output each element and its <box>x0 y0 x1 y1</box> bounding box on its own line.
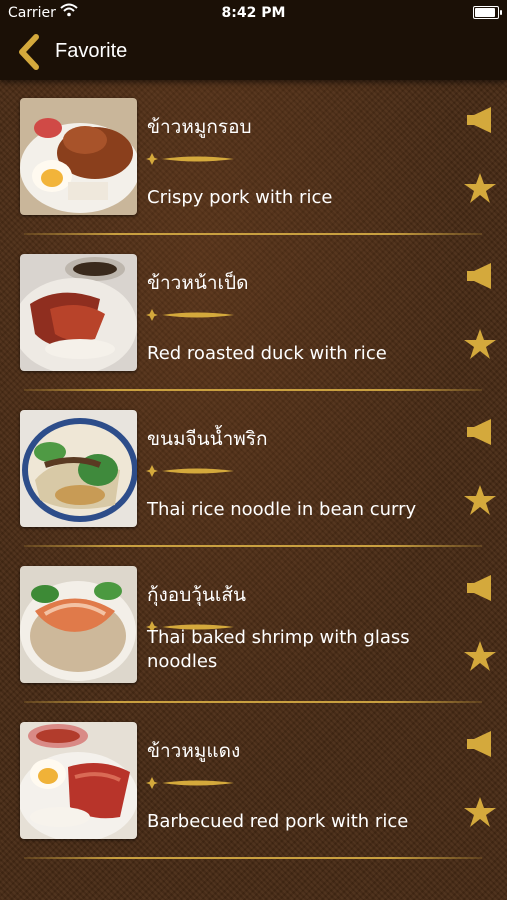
speaker-icon[interactable] <box>465 106 495 134</box>
favorite-star-icon[interactable] <box>463 328 497 360</box>
english-name: Red roasted duck with rice <box>147 343 387 364</box>
food-thumbnail <box>20 254 137 371</box>
page-title: Favorite <box>55 40 128 62</box>
favorite-star-icon[interactable] <box>463 484 497 516</box>
food-thumbnail <box>20 98 137 215</box>
list-item[interactable]: ข้าวหน้าเป็ด Red roasted duck with rice <box>0 236 507 392</box>
english-name: Thai baked shrimp with glass noodles <box>147 627 410 672</box>
gold-ornament-icon <box>146 777 234 789</box>
list-item[interactable]: กุ้งอบวุ้นเส้น Thai baked shrimp with gl… <box>0 548 507 704</box>
food-thumbnail <box>20 722 137 839</box>
gold-ornament-icon <box>146 465 234 477</box>
list-item[interactable]: ข้าวหมูกรอบ Crispy pork with rice <box>0 80 507 236</box>
speaker-icon[interactable] <box>465 262 495 290</box>
nav-bar: Favorite <box>0 26 507 80</box>
list-item[interactable]: ขนมจีนน้ำพริก Thai rice noodle in bean c… <box>0 392 507 548</box>
gold-ornament-icon <box>146 309 234 321</box>
english-name: Barbecued red pork with rice <box>147 811 409 832</box>
speaker-icon[interactable] <box>465 574 495 602</box>
battery-icon <box>473 6 502 19</box>
back-button[interactable] <box>16 34 44 70</box>
thai-name: ข้าวหมูกรอบ <box>147 116 252 138</box>
list-item[interactable]: ข้าวหมูแดง Barbecued red pork with rice <box>0 704 507 860</box>
divider <box>24 233 482 235</box>
favorite-star-icon[interactable] <box>463 640 497 672</box>
english-name: Thai rice noodle in bean curry <box>147 499 417 520</box>
top-bar: Carrier 8:42 PM Favorite <box>0 0 507 80</box>
status-time: 8:42 PM <box>221 5 286 21</box>
thai-name: กุ้งอบวุ้นเส้น <box>147 584 246 606</box>
thai-name: ขนมจีนน้ำพริก <box>147 428 268 450</box>
thai-name: ข้าวหน้าเป็ด <box>147 272 249 294</box>
favorite-star-icon[interactable] <box>463 796 497 828</box>
divider <box>24 389 482 391</box>
divider <box>24 701 482 703</box>
gold-ornament-icon <box>146 153 234 165</box>
divider <box>24 545 482 547</box>
english-name: Crispy pork with rice <box>147 187 333 208</box>
food-thumbnail <box>20 566 137 683</box>
favorite-star-icon[interactable] <box>463 172 497 204</box>
speaker-icon[interactable] <box>465 730 495 758</box>
divider <box>24 857 482 859</box>
status-bar: Carrier 8:42 PM <box>0 0 507 26</box>
thai-name: ข้าวหมูแดง <box>147 740 241 762</box>
speaker-icon[interactable] <box>465 418 495 446</box>
food-thumbnail <box>20 410 137 527</box>
